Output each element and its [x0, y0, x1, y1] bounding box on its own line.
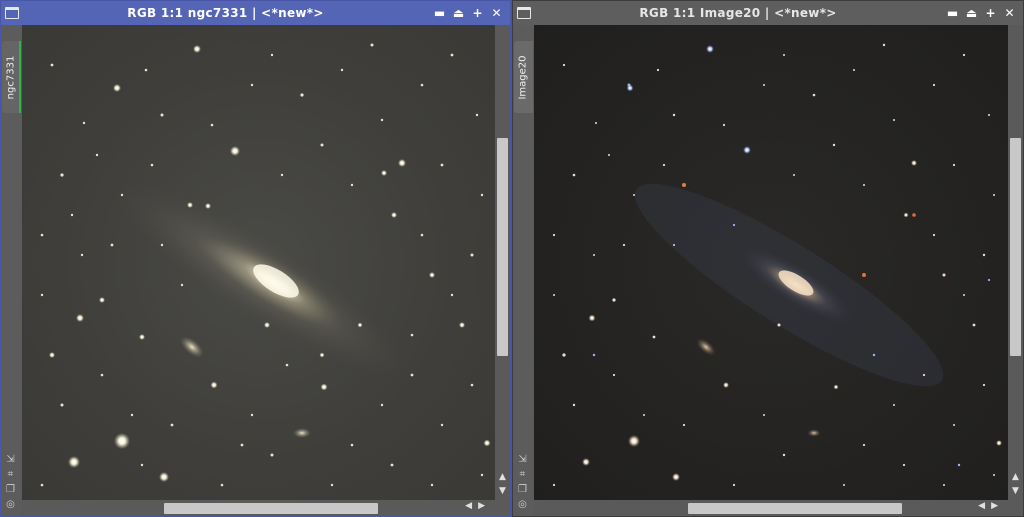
- shade-button[interactable]: ▬: [945, 6, 960, 21]
- scroll-right-arrow-icon[interactable]: ▶: [991, 501, 1004, 511]
- horizontal-scroll-thumb[interactable]: [688, 503, 902, 514]
- window-title: RGB 1:1 ngc7331 | <*new*>: [127, 6, 324, 20]
- vertical-scrollbar[interactable]: ▲ ▼: [1008, 25, 1023, 500]
- scroll-down-arrow-icon[interactable]: ▼: [1008, 484, 1023, 498]
- vertical-scroll-thumb[interactable]: [1010, 138, 1021, 356]
- clone-view-icon[interactable]: ❐: [517, 484, 528, 495]
- resize-icon[interactable]: ⇲: [5, 454, 16, 465]
- view-sidebar: Image20 ⇲ ⌗ ❐ ◎: [513, 25, 533, 516]
- resize-icon[interactable]: ⇲: [517, 454, 528, 465]
- fit-view-icon[interactable]: ⌗: [5, 469, 16, 480]
- image-window-ngc7331[interactable]: RGB 1:1 ngc7331 | <*new*> ▬ ⏏ + ✕ ngc733…: [0, 0, 511, 517]
- image-window-image20[interactable]: RGB 1:1 Image20 | <*new*> ▬ ⏏ + ✕ Image2…: [512, 0, 1024, 517]
- scroll-left-arrow-icon[interactable]: ◀: [978, 501, 991, 511]
- target-icon[interactable]: ◎: [517, 499, 528, 510]
- window-titlebar[interactable]: RGB 1:1 ngc7331 | <*new*> ▬ ⏏ + ✕: [1, 1, 510, 25]
- collapse-button[interactable]: ⏏: [451, 6, 466, 21]
- window-menu-icon[interactable]: [517, 7, 531, 19]
- target-icon[interactable]: ◎: [5, 499, 16, 510]
- collapse-button[interactable]: ⏏: [964, 6, 979, 21]
- window-titlebar[interactable]: RGB 1:1 Image20 | <*new*> ▬ ⏏ + ✕: [513, 1, 1023, 25]
- scroll-up-arrow-icon[interactable]: ▲: [495, 470, 510, 484]
- image-canvas-ngc7331[interactable]: [22, 25, 496, 501]
- vertical-scrollbar[interactable]: ▲ ▼: [495, 25, 510, 500]
- maximize-button[interactable]: +: [470, 6, 485, 21]
- horizontal-scroll-thumb[interactable]: [164, 503, 378, 514]
- vertical-scroll-thumb[interactable]: [497, 138, 508, 356]
- scroll-corner: [1008, 500, 1023, 516]
- image20-star-field: [552, 43, 1002, 487]
- scroll-right-arrow-icon[interactable]: ▶: [478, 501, 491, 511]
- scroll-left-arrow-icon[interactable]: ◀: [465, 501, 478, 511]
- scroll-down-arrow-icon[interactable]: ▼: [495, 484, 510, 498]
- image-canvas-image20[interactable]: [534, 25, 1009, 501]
- horizontal-scrollbar[interactable]: ◀▶: [534, 500, 1008, 516]
- view-sidebar: ngc7331 ⇲ ⌗ ❐ ◎: [1, 25, 21, 516]
- close-button[interactable]: ✕: [1002, 6, 1017, 21]
- fit-view-icon[interactable]: ⌗: [517, 469, 528, 480]
- horizontal-scrollbar[interactable]: ◀▶: [22, 500, 495, 516]
- view-tab-image20[interactable]: Image20: [514, 41, 533, 113]
- window-title: RGB 1:1 Image20 | <*new*>: [639, 6, 837, 20]
- view-tab-label: Image20: [518, 54, 530, 100]
- shade-button[interactable]: ▬: [432, 6, 447, 21]
- window-menu-icon[interactable]: [5, 7, 19, 19]
- view-tab-ngc7331[interactable]: ngc7331: [2, 41, 21, 113]
- scroll-corner: [495, 500, 510, 516]
- view-tab-label: ngc7331: [5, 55, 17, 99]
- clone-view-icon[interactable]: ❐: [5, 484, 16, 495]
- ngc7331-star-field: [40, 43, 491, 487]
- scroll-up-arrow-icon[interactable]: ▲: [1008, 470, 1023, 484]
- maximize-button[interactable]: +: [983, 6, 998, 21]
- close-button[interactable]: ✕: [489, 6, 504, 21]
